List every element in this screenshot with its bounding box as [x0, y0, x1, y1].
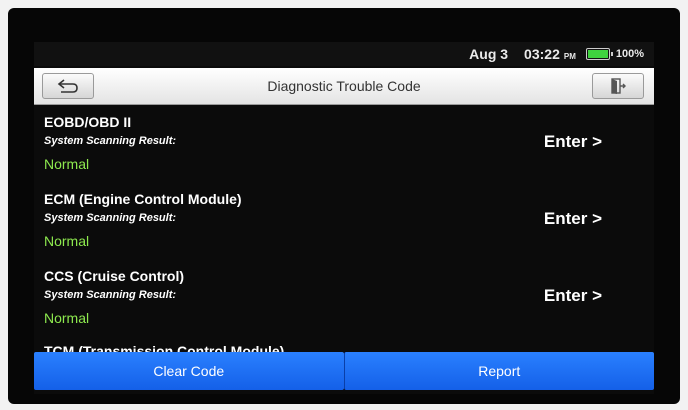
scan-result-label: System Scanning Result: — [44, 212, 177, 224]
status-time: 03:22 — [524, 46, 560, 62]
system-name: TCM (Transmission Control Module) — [44, 343, 285, 352]
battery-percent: 100% — [615, 48, 644, 60]
list-item: ECM (Engine Control Module) System Scann… — [34, 185, 654, 262]
action-bar: Clear Code Report — [34, 352, 654, 390]
status-bar: Aug 3 03:22 PM 100% — [34, 42, 654, 66]
scan-result-label: System Scanning Result: — [44, 289, 177, 301]
clear-code-button[interactable]: Clear Code — [34, 352, 344, 390]
page-title: Diagnostic Trouble Code — [267, 78, 421, 94]
enter-button[interactable]: Enter > — [544, 286, 602, 306]
system-name: CCS (Cruise Control) — [44, 268, 184, 284]
back-arrow-icon — [57, 79, 78, 93]
system-name: EOBD/OBD II — [44, 114, 132, 130]
exit-door-icon — [611, 78, 626, 94]
scan-result-label: System Scanning Result: — [44, 135, 177, 147]
back-button[interactable] — [42, 73, 94, 99]
screen: Aug 3 03:22 PM 100% Diagnostic Trouble C… — [34, 42, 654, 394]
enter-button[interactable]: Enter > — [544, 132, 602, 152]
scan-status: Normal — [44, 233, 90, 249]
scan-status: Normal — [44, 156, 90, 172]
system-list: EOBD/OBD II System Scanning Result: Norm… — [34, 108, 654, 352]
status-date: Aug 3 — [469, 46, 509, 62]
exit-button[interactable] — [592, 73, 644, 99]
enter-button[interactable]: Enter > — [544, 209, 602, 229]
battery-icon — [585, 48, 613, 60]
report-button[interactable]: Report — [343, 352, 654, 390]
list-item: EOBD/OBD II System Scanning Result: Norm… — [34, 108, 654, 185]
title-bar: Diagnostic Trouble Code — [34, 68, 654, 105]
system-name: ECM (Engine Control Module) — [44, 191, 242, 207]
status-ampm: PM — [563, 51, 576, 61]
list-item: CCS (Cruise Control) System Scanning Res… — [34, 262, 654, 339]
scan-status: Normal — [44, 310, 90, 326]
list-item: TCM (Transmission Control Module) — [34, 339, 654, 352]
